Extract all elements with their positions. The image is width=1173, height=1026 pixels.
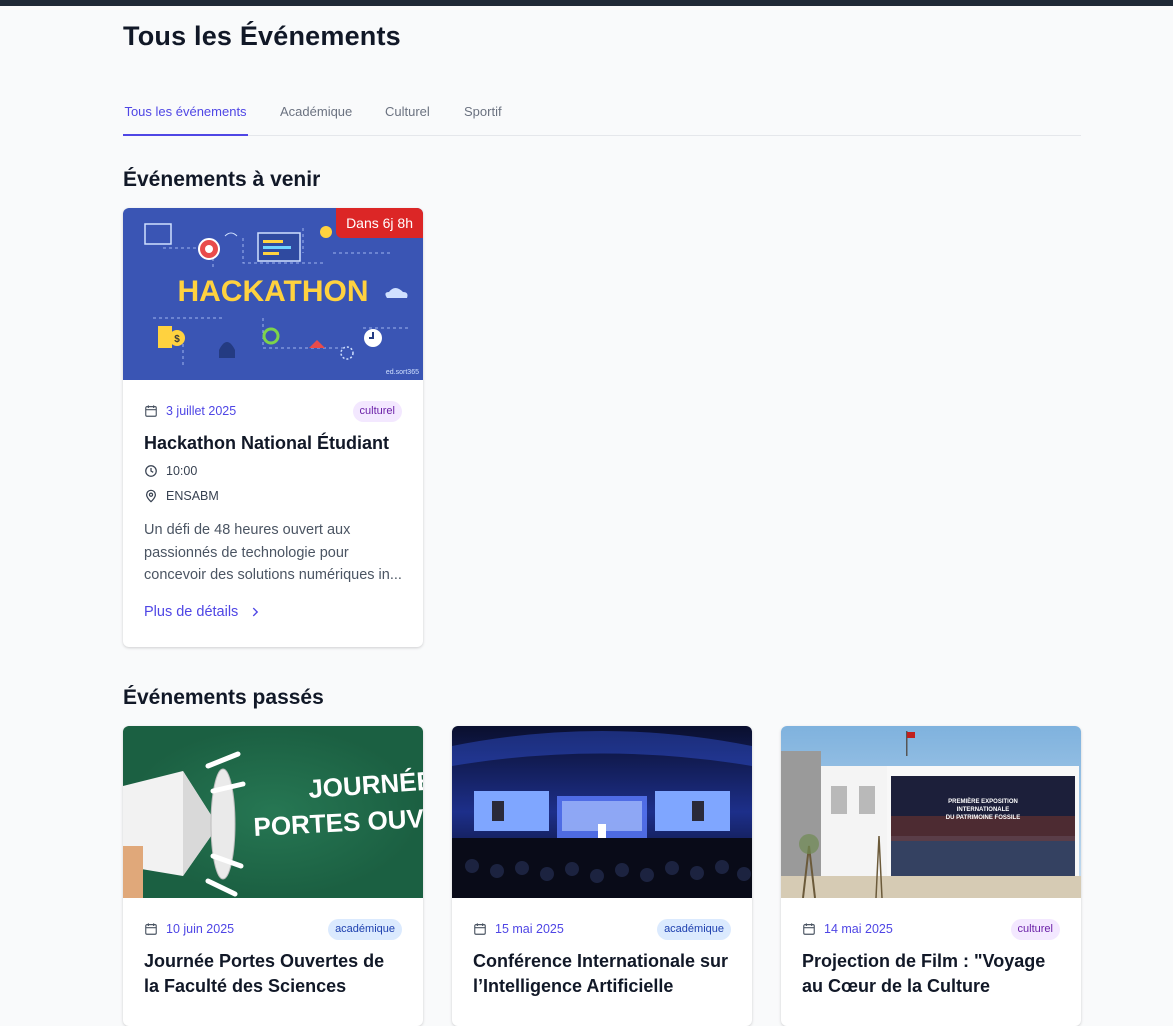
calendar-icon [145,405,157,417]
category-badge: culturel [352,401,402,422]
svg-text:INTERNATIONALE: INTERNATIONALE [957,807,1010,813]
tab-cultural[interactable]: Culturel [385,90,430,134]
calendar-icon [474,923,486,935]
countdown-badge: Dans 6j 8h [336,208,423,238]
event-location-text: ENSABM [166,489,219,503]
event-date: 15 mai 2025 [473,922,564,936]
more-details-label: Plus de détails [144,604,239,620]
event-time-text: 10:00 [166,464,198,478]
event-title: Conférence Internationale sur l’Intellig… [473,951,729,996]
location-pin-icon [146,489,156,503]
upcoming-events-heading: Événements à venir [123,168,321,191]
tab-all-events[interactable]: Tous les événements [123,90,248,136]
event-date-text: 10 juin 2025 [166,922,235,936]
event-image-ai-conference [452,726,752,898]
event-card-film-screening[interactable]: PREMIÈRE EXPOSITION INTERNATIONALE DU PA… [781,726,1081,1026]
event-date-text: 15 mai 2025 [495,922,564,936]
chevron-right-icon [253,607,259,617]
event-card-hackathon[interactable]: HACKATHON $ ed.sort365 Dans 6j 8h 3 juil… [123,208,423,647]
event-image-open-day: JOURNÉE PORTES OUVE [123,726,423,898]
event-time: 10:00 [144,464,197,478]
past-events-heading: Événements passés [123,686,324,709]
event-date: 14 mai 2025 [802,922,893,936]
svg-text:PREMIÈRE EXPOSITION: PREMIÈRE EXPOSITION [948,797,1018,805]
category-badge: culturel [1010,919,1060,940]
event-date: 3 juillet 2025 [144,404,236,418]
svg-text:HACKATHON: HACKATHON [177,275,368,308]
event-card-open-day[interactable]: JOURNÉE PORTES OUVE 10 juin 2025 académi… [123,726,423,1026]
event-date: 10 juin 2025 [144,922,234,936]
event-date-text: 3 juillet 2025 [166,404,237,418]
svg-text:ed.sort365: ed.sort365 [386,369,419,376]
top-nav-bar [0,0,1173,6]
event-title: Hackathon National Étudiant [144,433,390,453]
svg-text:$: $ [174,334,180,345]
calendar-icon [803,923,815,935]
event-location: ENSABM [144,489,219,503]
more-details-link[interactable]: Plus de détails [144,604,262,620]
tab-sports[interactable]: Sportif [464,90,502,134]
category-badge: académique [328,919,402,940]
clock-icon [145,465,157,477]
category-badge: académique [657,919,731,940]
event-date-text: 14 mai 2025 [824,922,893,936]
svg-text:DU PATRIMOINE FOSSILE: DU PATRIMOINE FOSSILE [946,815,1020,821]
event-title: Journée Portes Ouvertes de la Faculté de… [144,951,385,996]
event-description: Un défi de 48 heures ouvert aux passionn… [144,522,402,583]
calendar-icon [145,923,157,935]
page-title: Tous les Événements [123,21,401,51]
event-card-ai-conference[interactable]: 15 mai 2025 académique Conférence Intern… [452,726,752,1026]
category-tabs: Tous les événements Académique Culturel … [123,90,1081,136]
event-title: Projection de Film : "Voyage au Cœur de … [802,951,1046,996]
tab-academic[interactable]: Académique [280,90,352,134]
event-image-film-screening: PREMIÈRE EXPOSITION INTERNATIONALE DU PA… [781,726,1081,898]
